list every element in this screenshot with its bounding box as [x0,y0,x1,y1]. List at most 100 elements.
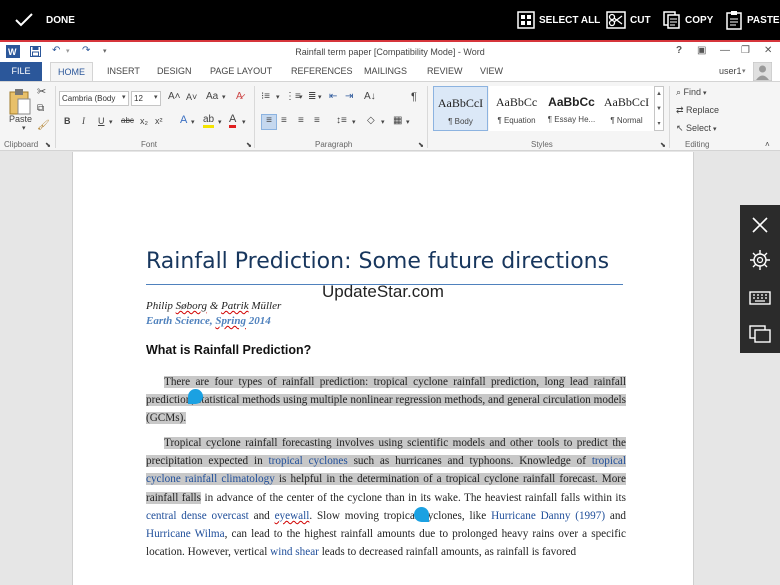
align-center-icon[interactable]: ≡ [281,115,287,126]
selection-start-handle[interactable] [188,389,203,404]
restore-icon[interactable]: ❐ [741,45,750,56]
bullets-icon[interactable]: ⁝≡ [261,91,270,102]
sort-icon[interactable]: A↓ [364,91,376,102]
style-equation[interactable]: AaBbCc ¶ Equation [489,86,544,131]
tab-mailings[interactable]: MAILINGS [364,66,407,76]
cut-small-icon[interactable]: ✂ [37,85,46,98]
tab-view[interactable]: VIEW [480,66,503,76]
paste-label[interactable]: Paste [9,114,32,124]
minimize-icon[interactable]: — [720,45,730,56]
help-button[interactable]: ? [676,45,682,56]
align-left-icon[interactable]: ≡ [261,114,277,130]
copy-small-icon[interactable]: ⧉ [37,103,44,114]
bullets-dropdown-icon[interactable]: ▾ [276,93,280,101]
strikethrough-icon[interactable]: abc [121,116,134,125]
underline-dropdown-icon[interactable]: ▾ [109,118,113,126]
select-button[interactable]: ↖ Select ▾ [676,123,717,134]
ribbon-display-icon[interactable]: ▣ [697,45,706,56]
authors[interactable]: Philip Søborg & Patrik Müller [146,300,281,312]
font-launcher-icon[interactable]: ⬊ [246,141,252,149]
user-name[interactable]: user1 [719,66,742,76]
paste-dropdown-icon[interactable]: ▾ [22,124,26,132]
numbering-dropdown-icon[interactable]: ▾ [299,93,303,101]
shading-dropdown-icon[interactable]: ▾ [381,118,385,126]
font-size-dropdown-icon[interactable]: ▾ [154,93,158,101]
paragraph-2[interactable]: Tropical cyclone rainfall forecasting in… [146,434,626,561]
text-effects-icon[interactable]: A [180,114,187,126]
increase-indent-icon[interactable]: ⇥ [345,91,353,102]
styles-scroll[interactable]: ▲ ▼ ▾ [654,86,664,131]
change-case-dropdown-icon[interactable]: ▾ [222,93,226,101]
font-color-dropdown-icon[interactable]: ▾ [242,118,246,126]
switch-windows-icon[interactable] [749,323,771,345]
text-effects-dropdown-icon[interactable]: ▾ [191,118,195,126]
tab-insert[interactable]: INSERT [107,66,140,76]
select-all-button[interactable]: SELECT ALL [517,0,600,40]
link-hurricane-wilma[interactable]: Hurricane Wilma [146,528,225,540]
font-name-select[interactable]: Cambria (Body [59,91,129,106]
font-name-dropdown-icon[interactable]: ▾ [122,93,126,101]
user-dropdown-icon[interactable]: ▾ [742,67,746,75]
style-preview: AaBbCcI [603,95,650,109]
replace-button[interactable]: ⇄ Replace [676,105,719,116]
link-central-dense-overcast[interactable]: central dense overcast [146,510,249,522]
line-spacing-dropdown-icon[interactable]: ▾ [352,118,356,126]
collapse-ribbon-icon[interactable]: ˄ [765,140,770,149]
gear-icon[interactable] [749,249,771,271]
subscript-icon[interactable]: x₂ [140,116,148,126]
align-right-icon[interactable]: ≡ [298,115,304,126]
tab-file[interactable]: FILE [0,62,42,81]
link-eyewall[interactable]: eyewall [275,510,310,522]
tab-design[interactable]: DESIGN [157,66,192,76]
borders-icon[interactable]: ▦ [393,115,402,126]
bold-icon[interactable]: B [64,116,71,126]
multilevel-dropdown-icon[interactable]: ▾ [318,93,322,101]
font-color-icon[interactable]: A [229,114,237,128]
styles-launcher-icon[interactable]: ⬊ [660,141,666,149]
tab-references[interactable]: REFERENCES [291,66,353,76]
close-window-icon[interactable]: ✕ [764,45,772,56]
superscript-icon[interactable]: x² [155,116,163,126]
copy-button[interactable]: COPY [663,0,713,40]
clear-formatting-icon[interactable]: A̷ [236,91,243,102]
cut-button[interactable]: CUT [606,0,651,40]
link-hurricane-danny[interactable]: Hurricane Danny (1997) [491,510,605,522]
tab-review[interactable]: REVIEW [427,66,463,76]
paragraph-launcher-icon[interactable]: ⬊ [418,141,424,149]
document-page[interactable]: Rainfall Prediction: Some future directi… [72,152,694,585]
show-formatting-icon[interactable]: ¶ [411,91,417,103]
shrink-font-icon[interactable]: A˅ [186,92,197,102]
grow-font-icon[interactable]: A˄ [168,91,181,102]
decrease-indent-icon[interactable]: ⇤ [329,91,337,102]
style-essay-heading[interactable]: AaBbCc ¶ Essay He... [544,86,599,131]
italic-icon[interactable]: I [82,116,85,126]
tab-page-layout[interactable]: PAGE LAYOUT [210,66,272,76]
highlight-dropdown-icon[interactable]: ▾ [218,118,222,126]
close-icon[interactable] [749,214,771,236]
style-body[interactable]: AaBbCcI ¶ Body [433,86,488,131]
paste-button[interactable]: PASTE [725,0,780,40]
avatar[interactable] [753,62,772,81]
tab-home[interactable]: HOME [50,62,93,82]
format-painter-icon[interactable]: 🖌 [37,120,50,131]
borders-dropdown-icon[interactable]: ▾ [406,118,410,126]
keyboard-icon[interactable] [749,287,771,309]
section-heading[interactable]: What is Rainfall Prediction? [146,343,311,357]
link-tropical-cyclones[interactable]: tropical cyclones [269,455,348,467]
justify-icon[interactable]: ≡ [314,115,320,126]
shading-icon[interactable]: ◇ [367,115,375,126]
document-title[interactable]: Rainfall Prediction: Some future directi… [146,249,609,274]
change-case-button[interactable]: Aa [206,91,218,102]
done-button[interactable]: DONE [14,0,75,40]
link-wind-shear[interactable]: wind shear [270,546,319,558]
style-normal[interactable]: AaBbCcI ¶ Normal [599,86,654,131]
line-spacing-icon[interactable]: ↕≡ [336,115,347,126]
multilevel-list-icon[interactable]: ≣ [308,91,316,102]
clipboard-launcher-icon[interactable]: ⬊ [45,141,51,149]
underline-icon[interactable]: U [98,116,105,126]
selection-end-handle[interactable] [414,507,429,522]
highlight-icon[interactable]: ab [203,114,215,128]
paragraph-1[interactable]: There are four types of rainfall predict… [146,373,626,428]
find-button[interactable]: ⌕ Find ▾ [676,87,707,98]
journal-line[interactable]: Earth Science, Spring 2014 [146,315,271,327]
